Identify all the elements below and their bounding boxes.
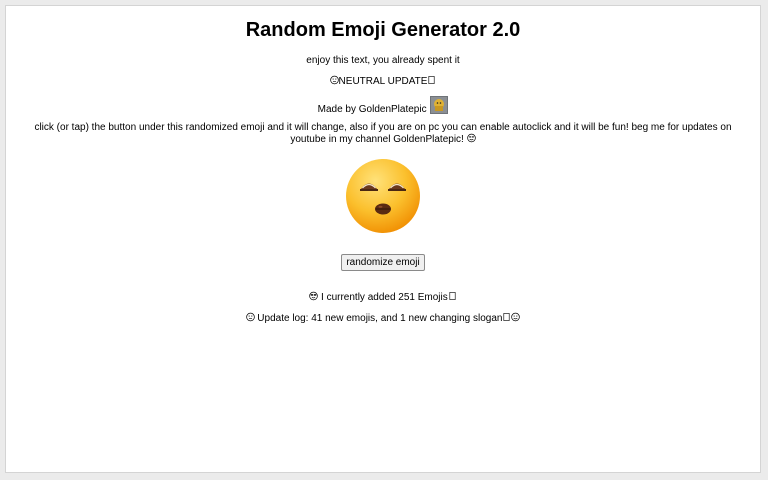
instructions-text: click (or tap) the button under this ran… bbox=[34, 122, 732, 145]
unknown-glyph-icon bbox=[428, 76, 435, 84]
subtitle: enjoy this text, you already spent it bbox=[306, 55, 460, 66]
smiling-face-icon bbox=[511, 312, 521, 322]
kissing-face-icon bbox=[346, 159, 420, 233]
page-container: Random Emoji Generator 2.0 enjoy this te… bbox=[5, 5, 761, 473]
neutral-face-icon bbox=[245, 312, 255, 322]
slogan: NEUTRAL UPDATE bbox=[6, 75, 760, 88]
sunglasses-face-icon bbox=[309, 291, 318, 301]
emoji-display bbox=[6, 157, 760, 237]
update-log: Update log: 41 new emojis, and 1 new cha… bbox=[6, 312, 760, 325]
neutral-face-icon bbox=[329, 75, 339, 85]
credit-line: Made by GoldenPlatepic bbox=[6, 96, 760, 116]
instructions: click (or tap) the button under this ran… bbox=[18, 122, 748, 145]
emoji-count: I currently added 251 Emojis bbox=[6, 291, 760, 304]
unknown-glyph-icon bbox=[449, 292, 456, 300]
update-log-text: Update log: 41 new emojis, and 1 new cha… bbox=[257, 313, 503, 324]
slogan-text: NEUTRAL UPDATE bbox=[338, 76, 428, 87]
emoji-count-text: I currently added 251 Emojis bbox=[321, 292, 448, 303]
smiling-face-icon bbox=[466, 133, 476, 143]
unknown-glyph-icon bbox=[503, 313, 510, 321]
golden-platepic-avatar-icon bbox=[430, 96, 449, 114]
randomize-emoji-button[interactable]: randomize emoji bbox=[341, 254, 425, 271]
credit-text: Made by GoldenPlatepic bbox=[317, 104, 427, 115]
page-title: Random Emoji Generator 2.0 bbox=[245, 19, 521, 41]
